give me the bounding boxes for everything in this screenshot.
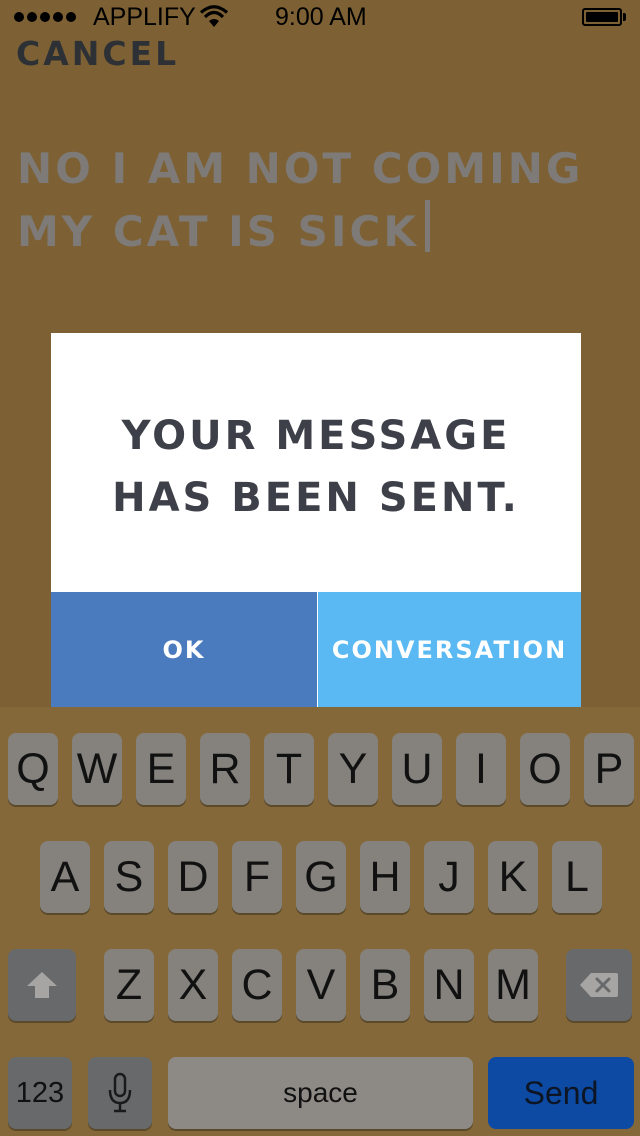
- message-line: NO I AM NOT COMING: [17, 144, 584, 193]
- dictation-key[interactable]: [88, 1057, 152, 1129]
- key-p[interactable]: P: [584, 733, 634, 805]
- key-n[interactable]: N: [424, 949, 474, 1021]
- key-o[interactable]: O: [520, 733, 570, 805]
- key-b[interactable]: B: [360, 949, 410, 1021]
- space-key[interactable]: space: [168, 1057, 473, 1129]
- key-e[interactable]: E: [136, 733, 186, 805]
- key-w[interactable]: W: [72, 733, 122, 805]
- key-c[interactable]: C: [232, 949, 282, 1021]
- message-sent-dialog: YOUR MESSAGE HAS BEEN SENT. OK CONVERSAT…: [51, 333, 581, 707]
- backspace-icon: [580, 973, 618, 997]
- wifi-icon: [199, 5, 229, 27]
- message-line-with-caret: MY CAT IS SICK: [17, 200, 617, 263]
- key-y[interactable]: Y: [328, 733, 378, 805]
- dialog-message-line: HAS BEEN SENT.: [112, 475, 520, 521]
- key-k[interactable]: K: [488, 841, 538, 913]
- carrier-name: APPLIFY: [93, 3, 196, 31]
- text-caret: [424, 200, 430, 252]
- key-r[interactable]: R: [200, 733, 250, 805]
- key-m[interactable]: M: [488, 949, 538, 1021]
- dialog-message: YOUR MESSAGE HAS BEEN SENT.: [51, 405, 581, 529]
- microphone-icon: [108, 1072, 132, 1113]
- key-f[interactable]: F: [232, 841, 282, 913]
- key-v[interactable]: V: [296, 949, 346, 1021]
- key-j[interactable]: J: [424, 841, 474, 913]
- send-key[interactable]: Send: [488, 1057, 634, 1129]
- delete-key[interactable]: [566, 949, 632, 1021]
- key-s[interactable]: S: [104, 841, 154, 913]
- status-time: 9:00 AM: [275, 3, 367, 31]
- key-q[interactable]: Q: [8, 733, 58, 805]
- key-i[interactable]: I: [456, 733, 506, 805]
- message-line: MY CAT IS SICK: [17, 207, 419, 256]
- shift-arrow-icon: [27, 972, 57, 998]
- key-d[interactable]: D: [168, 841, 218, 913]
- dialog-message-line: YOUR MESSAGE: [121, 413, 511, 459]
- key-a[interactable]: A: [40, 841, 90, 913]
- numbers-key[interactable]: 123: [8, 1057, 72, 1129]
- key-g[interactable]: G: [296, 841, 346, 913]
- status-bar: APPLIFY 9:00 AM: [0, 0, 640, 36]
- key-l[interactable]: L: [552, 841, 602, 913]
- key-t[interactable]: T: [264, 733, 314, 805]
- keyboard: Q W E R T Y U I O P A S D F G H J K L Z …: [0, 707, 640, 1136]
- conversation-button[interactable]: CONVERSATION: [318, 592, 581, 707]
- signal-strength-icon: [14, 12, 76, 22]
- key-h[interactable]: H: [360, 841, 410, 913]
- cancel-button[interactable]: CANCEL: [16, 34, 179, 73]
- message-compose-field[interactable]: NO I AM NOT COMING MY CAT IS SICK: [17, 138, 617, 263]
- key-u[interactable]: U: [392, 733, 442, 805]
- battery-icon: [582, 8, 626, 26]
- shift-key[interactable]: [8, 949, 76, 1021]
- key-z[interactable]: Z: [104, 949, 154, 1021]
- key-x[interactable]: X: [168, 949, 218, 1021]
- ok-button[interactable]: OK: [51, 592, 317, 707]
